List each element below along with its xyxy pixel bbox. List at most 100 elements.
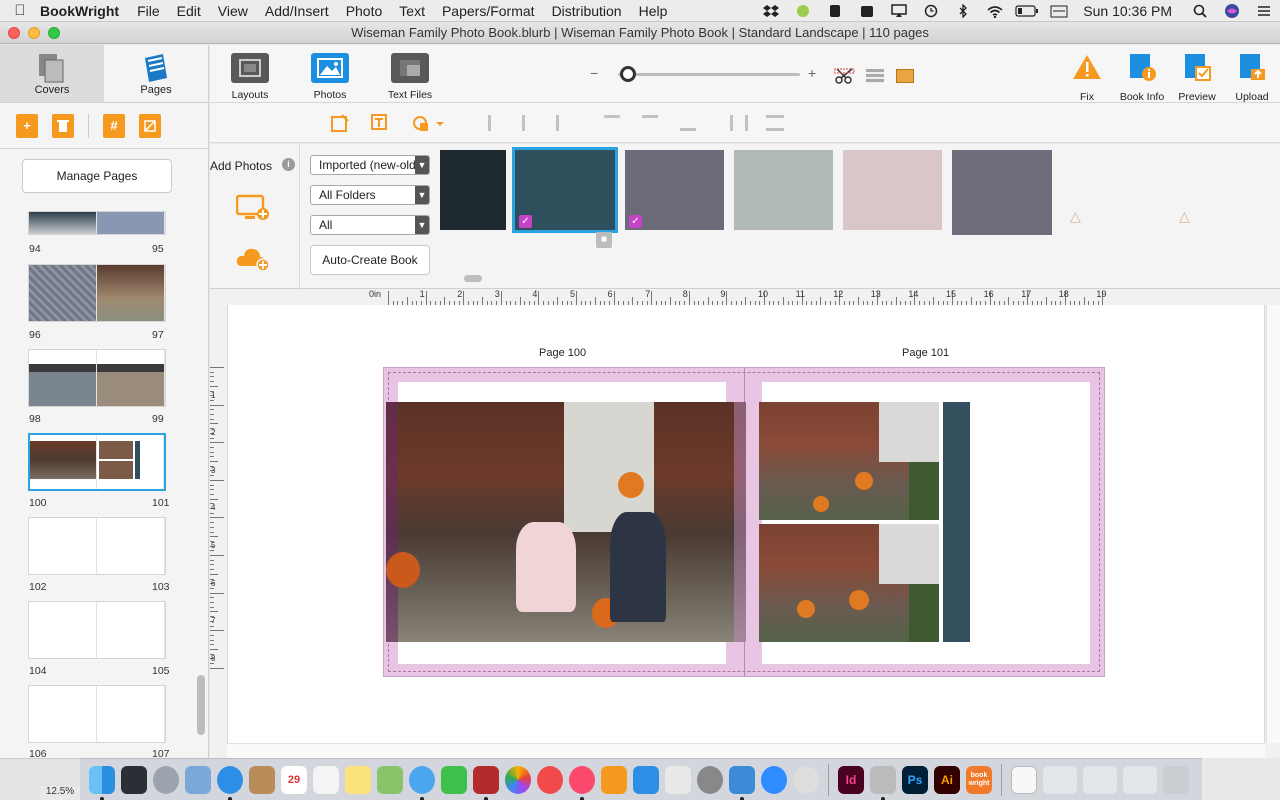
canvas-horizontal-scrollbar[interactable] — [227, 743, 1265, 758]
page-thumb-103[interactable] — [97, 518, 165, 574]
color-swatch[interactable] — [440, 150, 506, 230]
bluetooth-icon[interactable] — [951, 3, 975, 19]
delete-page-icon[interactable] — [52, 113, 74, 138]
illustrator-icon[interactable]: Ai — [934, 765, 960, 794]
flag-icon[interactable] — [1047, 3, 1071, 19]
spread-104-105[interactable] — [28, 601, 166, 659]
zoom-in-button[interactable]: + — [808, 65, 816, 81]
reminder-icon[interactable] — [855, 3, 879, 19]
books-icon[interactable] — [601, 765, 627, 794]
spread-100-101[interactable] — [28, 433, 166, 491]
dropbox-icon[interactable] — [759, 3, 783, 19]
menu-view[interactable]: View — [218, 3, 248, 19]
zoom-window-button[interactable] — [48, 27, 60, 39]
airplay-icon[interactable] — [887, 3, 911, 19]
menu-text[interactable]: Text — [399, 3, 425, 19]
time-machine-icon[interactable] — [919, 3, 943, 19]
page-thumb-96[interactable] — [29, 265, 97, 321]
green-circle-icon[interactable] — [791, 3, 815, 19]
indesign-icon[interactable]: Id — [838, 765, 864, 794]
preview-button[interactable]: Preview — [1169, 51, 1225, 103]
safari-icon[interactable] — [217, 765, 243, 800]
facetime-icon[interactable] — [441, 765, 467, 794]
news-icon[interactable] — [537, 765, 563, 794]
folder-select[interactable]: All Folders ▼ — [310, 185, 430, 205]
remove-swatch-icon[interactable]: ■ — [596, 232, 612, 248]
tab-covers[interactable]: Covers — [0, 45, 104, 102]
text-files-button[interactable]: Text Files — [380, 53, 440, 101]
align-center-icon[interactable] — [522, 115, 538, 131]
histogram-icon[interactable] — [896, 69, 914, 83]
photos-button[interactable]: Photos — [300, 53, 360, 101]
info-icon[interactable]: i — [282, 158, 295, 171]
search-icon[interactable] — [1188, 3, 1212, 19]
siri-icon[interactable] — [1220, 3, 1244, 19]
spread-98-99[interactable] — [28, 349, 166, 407]
preview-icon[interactable] — [185, 765, 211, 794]
menu-list-icon[interactable] — [1252, 3, 1276, 19]
align-bottom-icon[interactable] — [680, 115, 696, 131]
zoom-slider-track[interactable] — [618, 73, 800, 76]
add-page-icon[interactable]: + — [16, 113, 38, 138]
spread-106-107[interactable] — [28, 685, 166, 743]
menu-help[interactable]: Help — [639, 3, 668, 19]
page-thumb-100[interactable] — [30, 435, 97, 489]
spread-96-97[interactable] — [28, 264, 166, 322]
thumbnail-scrollbar[interactable] — [197, 675, 205, 735]
canvas-vertical-scrollbar[interactable] — [1266, 305, 1280, 743]
color-block-page-101[interactable] — [943, 402, 970, 642]
page-thumb-95[interactable] — [97, 212, 165, 234]
book-info-button[interactable]: Book Info — [1114, 51, 1170, 103]
spread-94-95[interactable] — [28, 211, 166, 235]
page-thumb-101[interactable] — [97, 435, 164, 489]
finder-icon[interactable] — [89, 765, 115, 800]
zoom-app-icon[interactable] — [761, 765, 787, 794]
color-swatch[interactable] — [952, 150, 1052, 235]
layouts-button[interactable]: Layouts — [220, 53, 280, 101]
align-middle-icon[interactable] — [642, 115, 658, 131]
automator-icon[interactable] — [870, 765, 896, 800]
page-thumb-107[interactable] — [97, 686, 165, 742]
page-thumb-105[interactable] — [97, 602, 165, 658]
document-icon[interactable] — [1011, 765, 1037, 794]
maps-icon[interactable] — [377, 765, 403, 794]
menu-edit[interactable]: Edit — [177, 3, 201, 19]
bookwright-dock-icon[interactable]: book wright — [966, 765, 992, 794]
menubar-clock[interactable]: Sun 10:36 PM — [1083, 3, 1172, 19]
contacts-icon[interactable] — [249, 765, 275, 794]
swatch-strip-scrollbar[interactable] — [464, 275, 482, 282]
auto-create-book-button[interactable]: Auto-Create Book — [310, 245, 430, 275]
add-photos-from-cloud-icon[interactable] — [236, 244, 270, 272]
page-thumb-98[interactable] — [29, 350, 97, 406]
color-swatch[interactable] — [734, 150, 833, 230]
photo-box-page-101-top[interactable] — [759, 402, 939, 520]
page-thumb-97[interactable] — [97, 265, 165, 321]
zoom-slider-knob[interactable] — [620, 66, 636, 82]
menu-file[interactable]: File — [137, 3, 160, 19]
add-shape-icon[interactable] — [412, 113, 446, 133]
page-thumb-106[interactable] — [29, 686, 97, 742]
textedit-icon[interactable] — [665, 765, 691, 794]
minimize-window-button[interactable] — [28, 27, 40, 39]
align-right-icon[interactable] — [556, 115, 572, 131]
color-swatch[interactable]: ✓ — [512, 147, 618, 233]
window-icon[interactable] — [1043, 765, 1077, 794]
color-swatch[interactable] — [843, 150, 942, 230]
align-top-icon[interactable] — [604, 115, 620, 131]
window-icon[interactable] — [1123, 765, 1157, 794]
page-style-icon[interactable] — [139, 113, 161, 138]
page-number-icon[interactable]: # — [103, 113, 125, 138]
distribute-vertical-icon[interactable] — [766, 115, 784, 131]
calendar-icon[interactable]: 29 — [281, 765, 307, 794]
add-text-box-icon[interactable] — [370, 113, 390, 133]
fix-button[interactable]: Fix — [1059, 51, 1115, 103]
mission-control-icon[interactable] — [121, 765, 147, 794]
photos-icon[interactable] — [505, 765, 531, 794]
spread-102-103[interactable] — [28, 517, 166, 575]
menu-papers-format[interactable]: Papers/Format — [442, 3, 535, 19]
photo-box-page-101-bottom[interactable] — [759, 524, 939, 642]
add-photo-box-icon[interactable] — [330, 113, 350, 133]
page-spread[interactable] — [383, 367, 1105, 677]
manage-pages-button[interactable]: Manage Pages — [22, 159, 172, 193]
grid-view-icon[interactable] — [866, 69, 884, 83]
